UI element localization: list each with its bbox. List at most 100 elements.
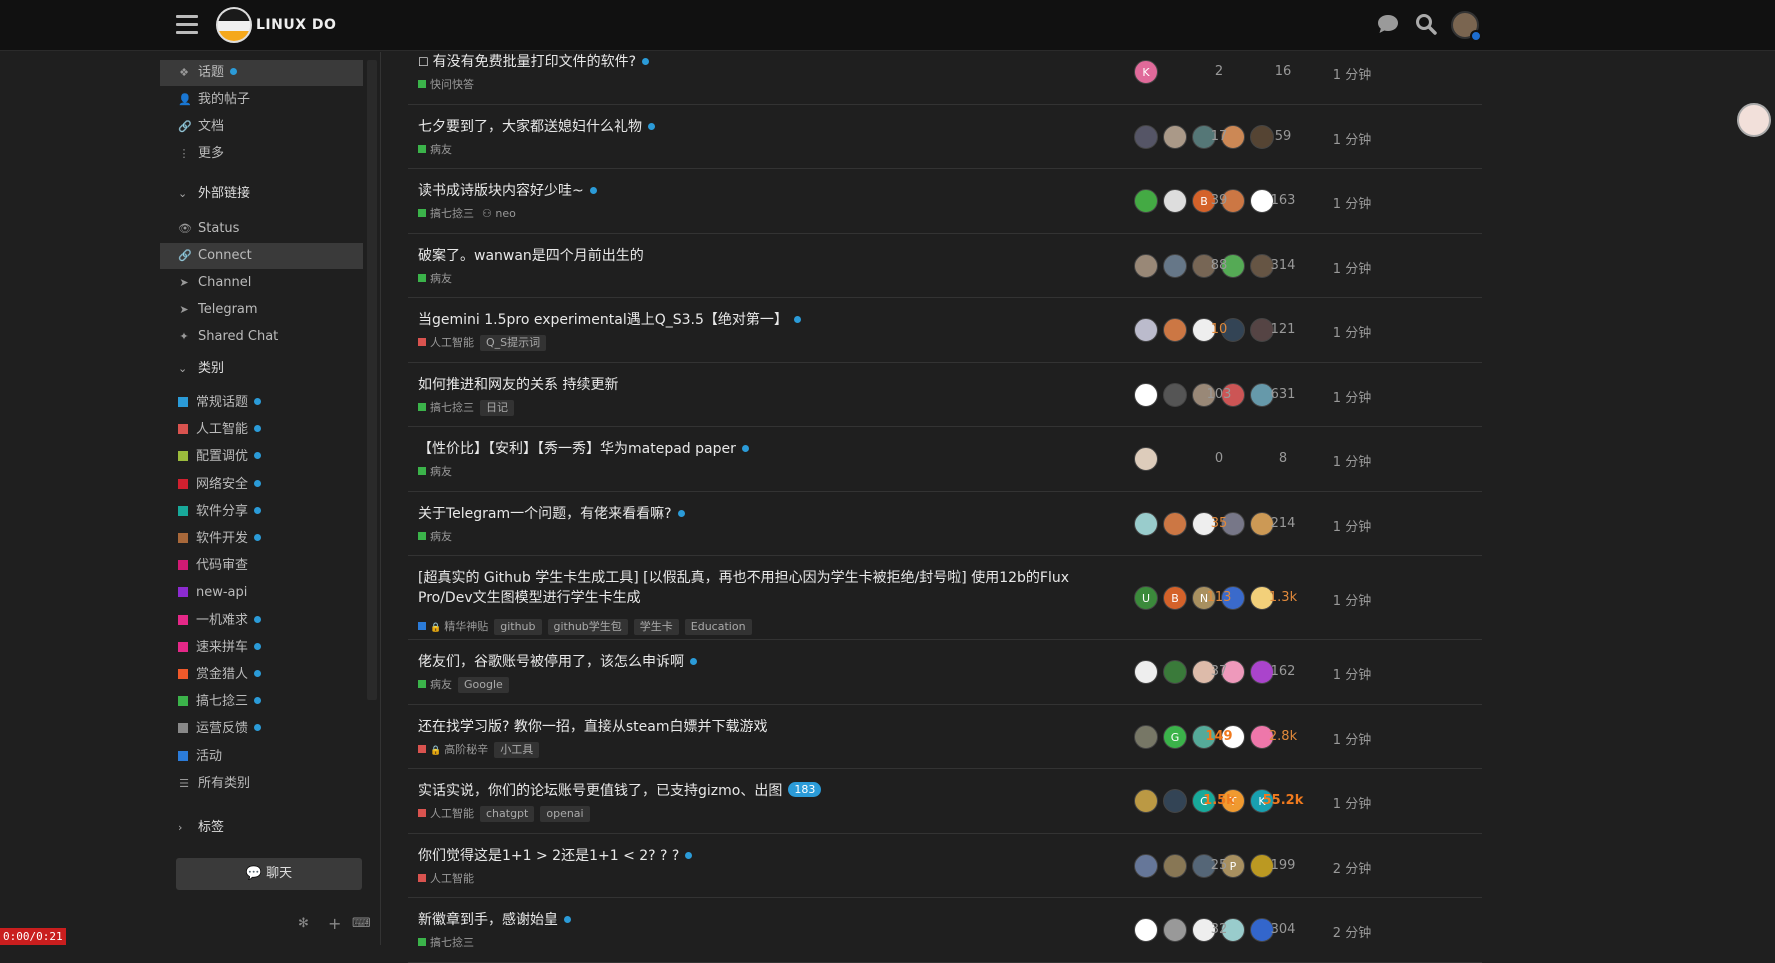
topic-row[interactable]: 还在找学习版? 教你一招，直接从steam白嫖并下载游戏 🔒 高阶秘辛 小工具 G 149…	[408, 705, 1482, 769]
topic-tag[interactable]: 小工具	[494, 741, 540, 758]
topic-row[interactable]: 【性价比】【安利】【秀一秀】华为matepad paper 病友 0 8 1 分钟	[408, 427, 1482, 492]
topic-tag[interactable]: 日记	[480, 399, 514, 416]
topic-title-text[interactable]: 读书成诗版块内容好少哇~	[418, 183, 584, 199]
topic-title-text[interactable]: 破案了。wanwan是四个月前出生的	[418, 248, 644, 264]
sidebar-category-网络安全[interactable]: 网络安全	[160, 472, 363, 498]
sidebar-item-Telegram[interactable]: ➤ Telegram	[160, 297, 363, 323]
reply-count[interactable]: 88	[1189, 258, 1249, 273]
hamburger-menu-icon[interactable]	[176, 15, 198, 35]
topic-row[interactable]: ☐ 有没有免费批量打印文件的软件? 快问快答 K 2 16 1 分钟	[408, 40, 1482, 105]
sidebar-category-常规话题[interactable]: 常规话题	[160, 390, 363, 416]
sidebar-category-软件开发[interactable]: 软件开发	[160, 526, 363, 552]
poster-avatar[interactable]	[1134, 511, 1158, 536]
reply-count[interactable]: 2	[1189, 64, 1249, 79]
chat-button[interactable]: 💬 聊天	[176, 858, 362, 890]
topic-title-text[interactable]: 还在找学习版? 教你一招，直接从steam白嫖并下载游戏	[418, 719, 768, 735]
topic-category[interactable]: 搞七捻三	[430, 401, 474, 414]
topic-title-text[interactable]: [超真实的 Github 学生卡生成工具] [以假乱真，再也不用担心因为学生卡被…	[418, 570, 1069, 606]
reply-count[interactable]: 10	[1189, 322, 1249, 337]
topic-category[interactable]: 搞七捻三	[430, 207, 474, 220]
topic-row[interactable]: 读书成诗版块内容好少哇~ 搞七捻三 ⚇ neo B 39 163 1 分钟	[408, 169, 1482, 234]
topic-title-text[interactable]: 关于Telegram一个问题，有佬来看看嘛?	[418, 506, 672, 522]
topic-category[interactable]: 病友	[430, 465, 452, 478]
site-logo[interactable]	[216, 7, 252, 43]
topic-title[interactable]: 破案了。wanwan是四个月前出生的	[418, 246, 1098, 266]
sidebar-category-所有类别[interactable]: ☰ 所有类别	[160, 771, 363, 797]
sidebar-scrollbar[interactable]	[367, 60, 377, 700]
reply-count[interactable]: 37	[1189, 664, 1249, 679]
poster-avatar[interactable]	[1134, 789, 1158, 814]
topic-category[interactable]: 病友	[430, 678, 452, 691]
sidebar-item-我的帖子[interactable]: 👤 我的帖子	[160, 87, 363, 113]
topic-title[interactable]: 佬友们，谷歌账号被停用了，该怎么申诉啊	[418, 652, 1098, 672]
sidebar-category-赏金猎人[interactable]: 赏金猎人	[160, 662, 363, 688]
poster-avatar[interactable]	[1163, 253, 1187, 278]
topic-tag[interactable]: github学生包	[547, 619, 628, 635]
checkbox-icon[interactable]: ☐	[418, 55, 433, 69]
poster-avatar[interactable]	[1163, 318, 1187, 343]
topic-category[interactable]: 人工智能	[430, 807, 474, 820]
new-posts-badge[interactable]: 183	[788, 782, 822, 797]
topic-tag[interactable]: Google	[458, 677, 509, 693]
topic-title[interactable]: 关于Telegram一个问题，有佬来看看嘛?	[418, 504, 1098, 524]
topic-title-text[interactable]: 【性价比】【安利】【秀一秀】华为matepad paper	[418, 441, 736, 457]
topic-title[interactable]: 七夕要到了，大家都送媳妇什么礼物	[418, 117, 1098, 137]
add-icon[interactable]: +	[328, 914, 341, 933]
site-title[interactable]: LINUX DO	[256, 17, 336, 33]
topic-title[interactable]: 当gemini 1.5pro experimental遇上Q_S3.5【绝对第一…	[418, 310, 1098, 330]
topic-category[interactable]: 病友	[430, 530, 452, 543]
topic-row[interactable]: [超真实的 Github 学生卡生成工具] [以假乱真，再也不用担心因为学生卡被…	[408, 556, 1482, 640]
topic-title[interactable]: ☐ 有没有免费批量打印文件的软件?	[418, 52, 1098, 72]
topic-category[interactable]: 搞七捻三	[430, 936, 474, 949]
topic-title-text[interactable]: 你们觉得这是1+1 > 2还是1+1 < 2? ? ?	[418, 848, 679, 864]
floating-avatar[interactable]	[1737, 103, 1771, 137]
topic-title[interactable]: 如何推进和网友的关系 持续更新	[418, 375, 1098, 395]
reply-count[interactable]: 17	[1189, 129, 1249, 144]
reply-count[interactable]: 103	[1189, 387, 1249, 402]
poster-avatar[interactable]	[1163, 382, 1187, 407]
topic-title[interactable]: 读书成诗版块内容好少哇~	[418, 181, 1098, 201]
sidebar-category-运营反馈[interactable]: 运营反馈	[160, 716, 363, 742]
topic-category[interactable]: 快问快答	[430, 78, 474, 91]
sidebar-category-软件分享[interactable]: 软件分享	[160, 499, 363, 525]
poster-avatar[interactable]	[1163, 918, 1187, 943]
topic-row[interactable]: 实话实说，你们的论坛账号更值钱了，已支持gizmo、出图 183 人工智能 chatg…	[408, 769, 1482, 834]
topic-tag[interactable]: Q_S提示词	[480, 335, 547, 351]
topic-tag[interactable]: 学生卡	[633, 619, 679, 635]
poster-avatar[interactable]	[1163, 853, 1187, 878]
topic-category[interactable]: 人工智能	[430, 872, 474, 885]
topic-tag[interactable]: openai	[540, 806, 590, 822]
poster-avatar[interactable]	[1163, 189, 1187, 214]
activity-time[interactable]: 2 分钟	[1317, 922, 1387, 941]
keyboard-icon[interactable]: ⌨	[352, 916, 371, 931]
topic-title[interactable]: 还在找学习版? 教你一招，直接从steam白嫖并下载游戏	[418, 717, 1098, 737]
topic-tag[interactable]: chatgpt	[480, 806, 535, 822]
activity-time[interactable]: 1 分钟	[1317, 729, 1387, 748]
sidebar-category-代码审查[interactable]: 代码审查	[160, 553, 363, 579]
activity-time[interactable]: 1 分钟	[1317, 590, 1387, 609]
sidebar-category-速来拼车[interactable]: 速来拼车	[160, 635, 363, 661]
activity-time[interactable]: 1 分钟	[1317, 322, 1387, 341]
reply-count[interactable]: 149	[1189, 729, 1249, 744]
activity-time[interactable]: 1 分钟	[1317, 129, 1387, 148]
topic-row[interactable]: 佬友们，谷歌账号被停用了，该怎么申诉啊 病友 Google 37 162 1 分钟	[408, 640, 1482, 705]
sidebar-category-人工智能[interactable]: 人工智能	[160, 417, 363, 443]
sidebar-item-文档[interactable]: 🔗 文档	[160, 114, 363, 140]
poster-avatar[interactable]	[1134, 189, 1158, 214]
sidebar-item-更多[interactable]: ⋮ 更多	[160, 141, 363, 167]
topic-row[interactable]: 新徽章到手，感谢始皇 搞七捻三 32 304 2 分钟	[408, 898, 1482, 963]
poster-avatar[interactable]	[1134, 724, 1158, 749]
topic-category[interactable]: 病友	[430, 143, 452, 156]
sidebar-category-配置调优[interactable]: 配置调优	[160, 444, 363, 470]
topic-title-text[interactable]: 七夕要到了，大家都送媳妇什么礼物	[418, 119, 642, 135]
activity-time[interactable]: 1 分钟	[1317, 793, 1387, 812]
topic-category[interactable]: 高阶秘辛	[444, 743, 488, 756]
poster-avatar[interactable]: B	[1163, 586, 1187, 610]
reply-count[interactable]: 35	[1189, 516, 1249, 531]
topic-title-text[interactable]: 如何推进和网友的关系 持续更新	[418, 377, 618, 393]
settings-icon[interactable]: ✻	[298, 916, 309, 931]
topic-category[interactable]: 病友	[430, 272, 452, 285]
topic-title-text[interactable]: 新徽章到手，感谢始皇	[418, 912, 558, 928]
topic-title-text[interactable]: 佬友们，谷歌账号被停用了，该怎么申诉啊	[418, 654, 684, 670]
topic-title[interactable]: 你们觉得这是1+1 > 2还是1+1 < 2? ? ?	[418, 846, 1098, 866]
